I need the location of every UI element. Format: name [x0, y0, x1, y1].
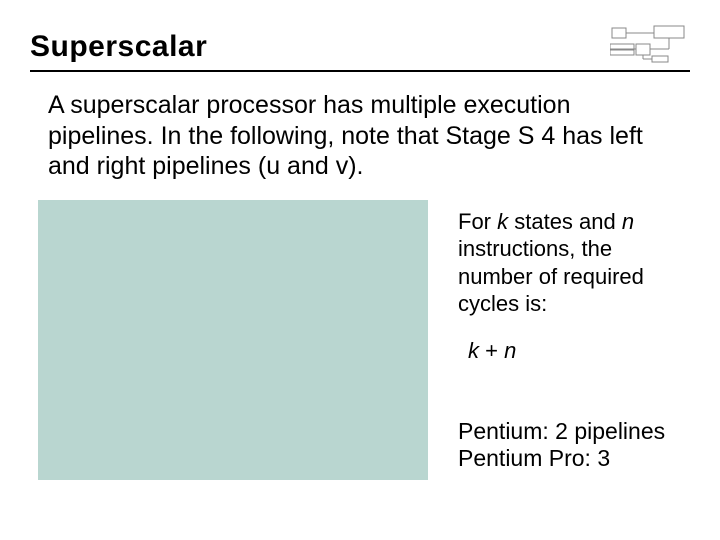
divider: [30, 70, 690, 72]
pipeline-diagram-placeholder: [38, 200, 428, 480]
content-row: For k states and n instructions, the num…: [30, 200, 690, 480]
cycles-formula: k + n: [458, 338, 690, 364]
cycles-description: For k states and n instructions, the num…: [458, 208, 690, 318]
formula-plus: +: [479, 338, 504, 363]
slide: Superscalar A superscalar processor has …: [0, 0, 720, 540]
desc-text: states and: [508, 209, 622, 234]
right-column: For k states and n instructions, the num…: [428, 200, 690, 480]
desc-text: instructions, the number of required cyc…: [458, 236, 644, 316]
formula-n: n: [504, 338, 516, 363]
header-row: Superscalar: [30, 24, 690, 64]
intro-paragraph: A superscalar processor has multiple exe…: [30, 90, 690, 182]
variable-k: k: [497, 209, 508, 234]
pentium-info: Pentium: 2 pipelines Pentium Pro: 3: [458, 418, 690, 473]
pentium-line: Pentium: 2 pipelines: [458, 418, 690, 446]
architecture-diagram-icon: [610, 24, 690, 64]
variable-n: n: [622, 209, 634, 234]
pentium-line: Pentium Pro: 3: [458, 445, 690, 473]
formula-k: k: [468, 338, 479, 363]
desc-text: For: [458, 209, 497, 234]
slide-title: Superscalar: [30, 30, 207, 64]
